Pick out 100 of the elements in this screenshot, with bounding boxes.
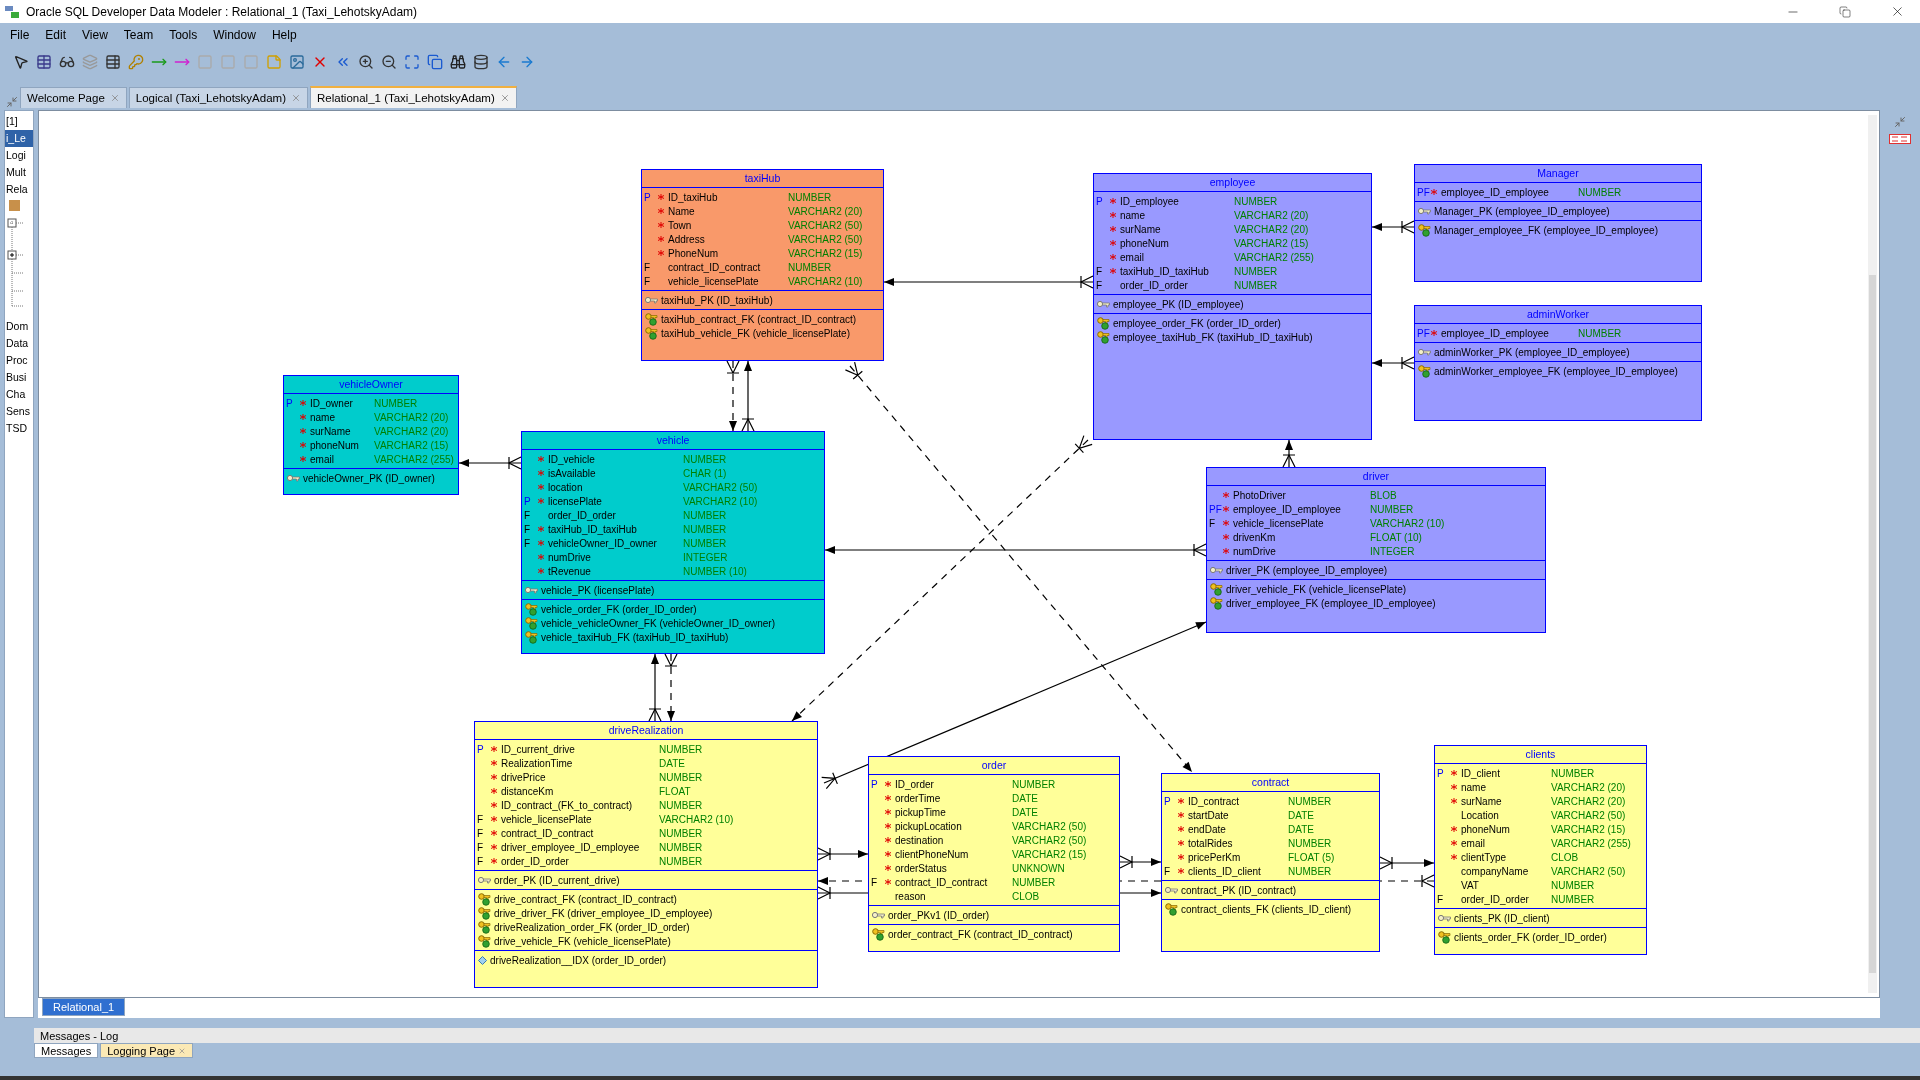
column-name: name <box>310 411 336 423</box>
thumbnail-icon[interactable] <box>1889 134 1911 144</box>
column-type: VARCHAR2 (20) <box>1551 781 1627 793</box>
constraint-name: taxiHub_vehicle_FK (vehicle_licensePlate) <box>661 327 850 339</box>
minimize-icon[interactable] <box>6 96 18 108</box>
column-name: ID_taxiHub <box>668 191 719 203</box>
foreign-key-icon <box>478 892 491 906</box>
key-icon[interactable] <box>127 54 144 70</box>
menu-item[interactable]: Tools <box>163 26 204 44</box>
menu-item[interactable]: View <box>76 26 114 44</box>
navigator-item[interactable]: Rela <box>5 181 33 198</box>
key-icon <box>478 876 491 884</box>
table-card[interactable] <box>641 169 884 361</box>
column-type: VARCHAR2 (50) <box>1012 820 1088 832</box>
navigator-item[interactable]: Busi <box>5 369 33 386</box>
constraint-name: Manager_PK (employee_ID_employee) <box>1434 205 1610 217</box>
constraint-name: order_PK (ID_current_drive) <box>494 874 620 886</box>
foreign-key-icon <box>478 906 491 920</box>
constraint-name: driver_vehicle_FK (vehicle_licensePlate) <box>1226 583 1407 595</box>
restore-icon[interactable] <box>1839 5 1851 18</box>
log-tab[interactable]: Logging Page <box>100 1043 194 1058</box>
column-type: NUMBER <box>1370 503 1415 515</box>
key-label: F <box>1209 517 1217 529</box>
navigator-item[interactable]: Logi <box>5 147 33 164</box>
constraint-name: taxiHub_PK (ID_taxiHub) <box>661 294 773 306</box>
constraint-name: order_contract_FK (contract_ID_contract) <box>888 928 1073 940</box>
column-name: location <box>548 481 584 493</box>
column-type: NUMBER <box>1234 265 1279 277</box>
table-card[interactable]: vehicleOwner P ID_owner NUMBER name VARCHAR2 (20) surName VARCHAR2 (20) phoneNum VARCHAR2 (15) email VARCHAR2 (255) vehicleOwner_PK (ID_owner) <box>283 375 459 495</box>
menu-item[interactable]: Window <box>207 26 262 44</box>
column-name: ID_contract <box>1188 795 1241 807</box>
editor-tab[interactable]: Relational_1 (Taxi_LehotskyAdam) <box>310 86 517 108</box>
zoom-in-icon[interactable] <box>357 54 374 70</box>
database-icon[interactable] <box>472 54 489 70</box>
editor-tab[interactable]: Logical (Taxi_LehotskyAdam) <box>128 87 308 108</box>
menu-item[interactable]: File <box>4 26 36 44</box>
diagram-tab[interactable]: Relational_1 <box>42 998 126 1016</box>
table-card[interactable] <box>868 756 1120 952</box>
column-name: email <box>310 453 335 465</box>
key-label: F <box>1096 265 1104 277</box>
pointer-icon[interactable] <box>12 54 29 70</box>
column-type: VARCHAR2 (255) <box>374 453 455 465</box>
column-type: NUMBER <box>1288 865 1333 877</box>
minimize-icon[interactable] <box>1894 116 1906 128</box>
glasses-icon[interactable] <box>58 54 75 70</box>
copy-icon[interactable] <box>426 54 443 70</box>
table-card[interactable] <box>1434 745 1647 955</box>
log-tab[interactable]: Messages <box>34 1043 99 1058</box>
navigator-item[interactable]: Sens <box>5 403 33 420</box>
table-card[interactable] <box>521 431 825 654</box>
table-card[interactable]: adminWorker PF employee_ID_employee NUMBER adminWorker_PK (employee_ID_employee) adminWorker_employee_FK (employee_ID_employee) <box>1414 305 1702 421</box>
navigator-item[interactable]: Mult <box>5 164 33 181</box>
fit-icon[interactable] <box>403 54 420 70</box>
editor-tab[interactable]: Welcome Page <box>20 87 127 108</box>
table-icon[interactable] <box>35 54 52 70</box>
navigator-item[interactable]: Dom <box>5 318 33 335</box>
key-label: P <box>524 495 532 507</box>
relation-line <box>726 360 740 432</box>
table-card[interactable] <box>1206 467 1546 633</box>
column-type: VARCHAR2 (10) <box>1370 517 1446 529</box>
table-card[interactable] <box>1093 173 1372 440</box>
column-type: NUMBER <box>659 771 704 783</box>
image-icon[interactable] <box>288 54 305 70</box>
key-label: F <box>644 275 652 287</box>
column-name: employee_ID_employee <box>1441 327 1550 339</box>
constraint-name: vehicle_vehicleOwner_FK (vehicleOwner_ID_owner) <box>541 617 775 629</box>
column-type: CLOB <box>1012 890 1041 902</box>
column-type: NUMBER (10) <box>683 565 748 577</box>
table-card[interactable] <box>474 721 818 988</box>
menu-item[interactable]: Edit <box>39 26 73 44</box>
column-name: driver_employee_ID_employee <box>501 841 641 853</box>
constraint-name: vehicle_PK (licensePlate) <box>541 584 655 596</box>
table-title: clients <box>1435 746 1646 764</box>
navigator-item[interactable]: Data <box>5 335 33 352</box>
binoculars-icon[interactable] <box>449 54 466 70</box>
constraint-name: order_PKv1 (ID_order) <box>888 909 990 921</box>
column-type: NUMBER <box>1578 186 1623 198</box>
menu-item[interactable]: Help <box>265 26 303 44</box>
foreign-key-icon <box>525 630 538 644</box>
column-type: NUMBER <box>1551 893 1596 905</box>
navigator-item[interactable]: Cha <box>5 386 33 403</box>
column-name: email <box>1461 837 1486 849</box>
column-type: CLOB <box>1551 851 1580 863</box>
column-name: email <box>1120 251 1145 263</box>
column-type: VARCHAR2 (50) <box>1012 834 1088 846</box>
navigator-item[interactable]: [1] <box>5 113 33 130</box>
table-card[interactable]: Manager PF employee_ID_employee NUMBER Manager_PK (employee_ID_employee) Manager_employee_FK (employee_ID_employee) <box>1414 164 1702 282</box>
navigator-item[interactable]: Proc <box>5 352 33 369</box>
column-name: Name <box>668 205 696 217</box>
scrollbar[interactable] <box>1868 115 1877 993</box>
navigator-item[interactable]: TSD <box>5 420 33 437</box>
zoom-out-icon[interactable] <box>380 54 397 70</box>
column-type: CHAR (1) <box>683 467 728 479</box>
column-type: VARCHAR2 (50) <box>788 219 864 231</box>
table-title: driveRealization <box>475 722 817 740</box>
table-card[interactable]: contract P ID_contract NUMBER startDate DATE endDate DATE totalRides NUMBER pricePerKm FLOAT (5) F clients_ID_client NUMBER contract_PK (ID_contract) contract_clients_FK (clients_ID_client) <box>1161 773 1380 952</box>
table-split-icon[interactable] <box>104 54 121 70</box>
diagram-canvas[interactable] <box>38 110 1880 998</box>
menu-item[interactable]: Team <box>117 26 160 44</box>
navigator-item[interactable]: i_Le <box>5 130 33 147</box>
